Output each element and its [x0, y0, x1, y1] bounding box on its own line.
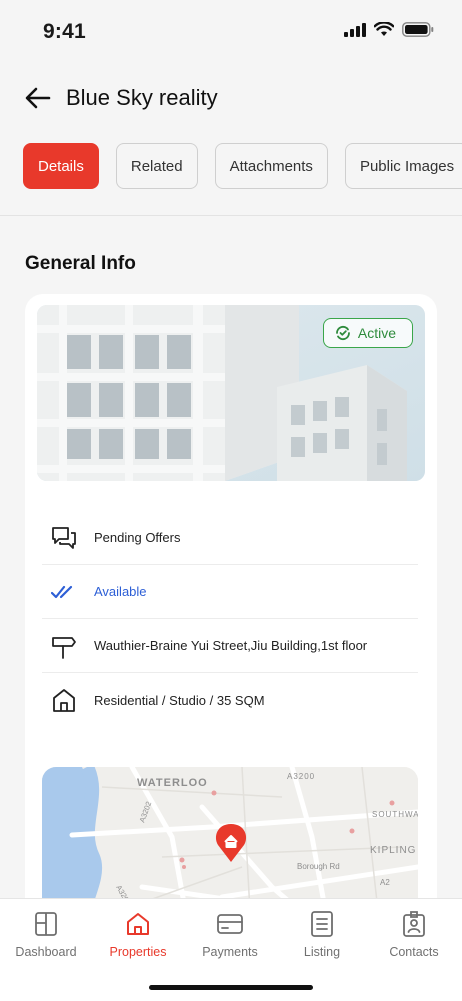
tab-related[interactable]: Related: [115, 143, 198, 189]
home-icon: [123, 909, 153, 939]
info-type-text: Residential / Studio / 35 SQM: [94, 692, 265, 708]
status-badge: Active: [322, 318, 413, 348]
status-bar: 9:41: [0, 0, 462, 62]
nav-payments-label: Payments: [202, 945, 258, 959]
page-title: Blue Sky reality: [66, 85, 218, 110]
info-availability-text: Available: [94, 584, 147, 599]
card-icon: [215, 909, 245, 939]
active-status-icon: [335, 325, 350, 341]
nav-properties[interactable]: Properties: [92, 909, 184, 969]
app-header: Blue Sky reality: [0, 72, 462, 124]
section-title: General Info: [25, 253, 136, 274]
signal-icon: [344, 22, 366, 37]
header-divider: [0, 215, 462, 216]
nav-payments[interactable]: Payments: [184, 909, 276, 969]
nav-properties-label: Properties: [109, 945, 167, 959]
tab-attachments[interactable]: Attachments: [214, 143, 328, 189]
property-card: Active Pending Offers Available Wauthier…: [25, 294, 437, 934]
map-label-borough-rd: Borough Rd: [297, 862, 340, 871]
status-icons: [344, 22, 434, 37]
back-button[interactable]: [22, 82, 54, 114]
map-label-a2: A2: [380, 878, 390, 887]
nav-contacts[interactable]: Contacts: [368, 909, 460, 969]
status-badge-label: Active: [357, 325, 396, 341]
property-info-list: Pending Offers Available Wauthier-Braine…: [42, 511, 418, 727]
nav-dashboard-label: Dashboard: [15, 945, 77, 959]
property-photo: Active: [37, 305, 425, 481]
nav-dashboard[interactable]: Dashboard: [0, 909, 92, 969]
double-check-icon: [50, 578, 78, 606]
info-row-type[interactable]: Residential / Studio / 35 SQM: [42, 673, 418, 727]
map-label-southwark: SOUTHWARK: [372, 810, 418, 819]
tab-public-images[interactable]: Public Images: [344, 143, 462, 189]
list-icon: [307, 909, 337, 939]
nav-listing-label: Listing: [303, 945, 341, 959]
tab-details[interactable]: Details: [23, 143, 99, 189]
home-indicator[interactable]: [149, 985, 313, 990]
info-row-availability[interactable]: Available: [42, 565, 418, 619]
info-row-offers[interactable]: Pending Offers: [42, 511, 418, 565]
battery-icon: [402, 22, 434, 37]
nav-listing[interactable]: Listing: [276, 909, 368, 969]
info-address-text: Wauthier-Braine Yui Street,Jiu Building,…: [94, 638, 368, 653]
status-time: 9:41: [43, 20, 86, 43]
wifi-icon: [374, 22, 394, 36]
map-label-kipling: KIPLING: [370, 845, 416, 856]
chat-bubbles-icon: [50, 524, 78, 552]
tab-bar: Details Related Attachments Public Image…: [23, 143, 462, 191]
map-label-a3200: A3200: [287, 772, 315, 781]
nav-contacts-label: Contacts: [389, 945, 439, 959]
info-offers-text: Pending Offers: [94, 530, 181, 545]
house-icon: [50, 686, 78, 714]
map-label-waterloo: WATERLOO: [137, 777, 208, 789]
contact-badge-icon: [399, 909, 429, 939]
info-row-address[interactable]: Wauthier-Braine Yui Street,Jiu Building,…: [42, 619, 418, 673]
signpost-icon: [50, 632, 78, 660]
arrow-left-icon: [25, 87, 51, 109]
dashboard-icon: [31, 909, 61, 939]
